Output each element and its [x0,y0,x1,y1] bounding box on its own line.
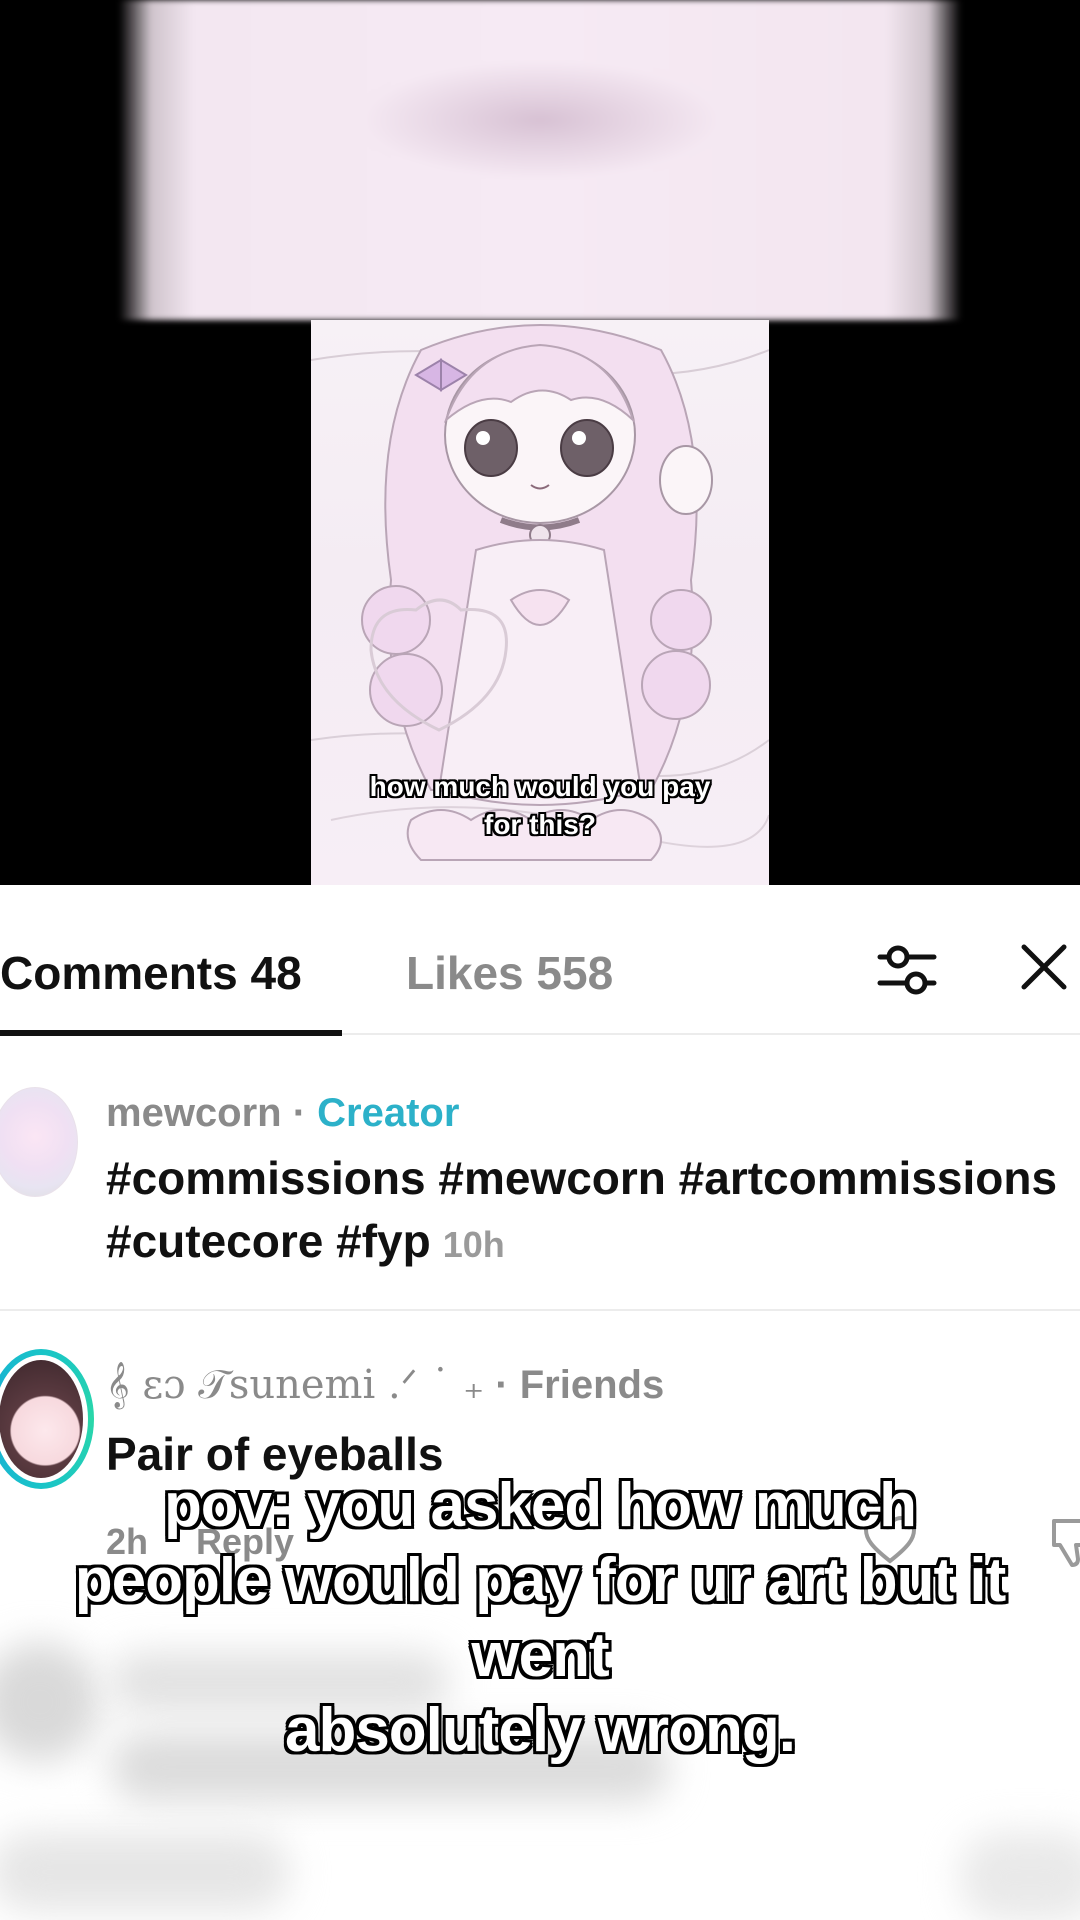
comment-author[interactable]: 𝄞 ɛɔ 𝒯sunemi .ᐟ ˙ ₊ [106,1362,484,1408]
creator-badge: Creator [317,1091,460,1135]
tab-comments[interactable]: Comments 48 [0,943,302,1003]
comment-text-wrap: #commissions #mewcorn #artcommissions #c… [106,1147,1066,1276]
active-tab-indicator [0,1030,342,1036]
avatar-image [0,1360,83,1478]
close-button[interactable] [1016,939,1072,995]
comments-header: Comments 48 Likes 558 [0,885,1080,1036]
video-player[interactable]: how much would you pay for this? [0,0,1080,885]
blurred-video-frame [0,0,1080,320]
comment-text: #commissions #mewcorn #artcommissions #c… [106,1152,1058,1267]
friends-badge: Friends [519,1363,665,1407]
blurred-text [960,1832,1080,1920]
comment-author[interactable]: mewcorn [106,1091,282,1135]
overlay-caption: pov: you asked how much people would pay… [0,1468,1080,1768]
filter-sliders-icon [877,945,937,995]
overlay-caption-line-3: absolutely wrong. [284,1696,796,1765]
overlay-caption-line-2: people would pay for ur art but it went [74,1546,1006,1690]
meta-separator: · [484,1363,520,1407]
meta-separator: · [281,1091,318,1135]
video-caption-line-2: for this? [484,809,596,840]
filter-button[interactable] [876,935,938,1005]
avatar[interactable] [0,1087,78,1197]
blurred-text [0,1832,290,1912]
comment-time: 10h [442,1224,505,1265]
close-icon [1021,944,1067,990]
comment-meta: 𝄞 ɛɔ 𝒯sunemi .ᐟ ˙ ₊ · Friends [106,1359,664,1411]
tiktok-comments-screen: how much would you pay for this? Comment… [0,0,1080,1920]
avatar-ring-inner [0,1355,88,1483]
overlay-caption-line-1: pov: you asked how much [163,1471,917,1540]
tab-likes[interactable]: Likes 558 [406,943,613,1003]
comment-item: mewcorn · Creator #commissions #mewcorn … [0,1037,1080,1311]
video-caption: how much would you pay for this? [311,768,769,844]
comment-meta: mewcorn · Creator [106,1087,459,1139]
video-caption-line-1: how much would you pay [369,771,711,802]
